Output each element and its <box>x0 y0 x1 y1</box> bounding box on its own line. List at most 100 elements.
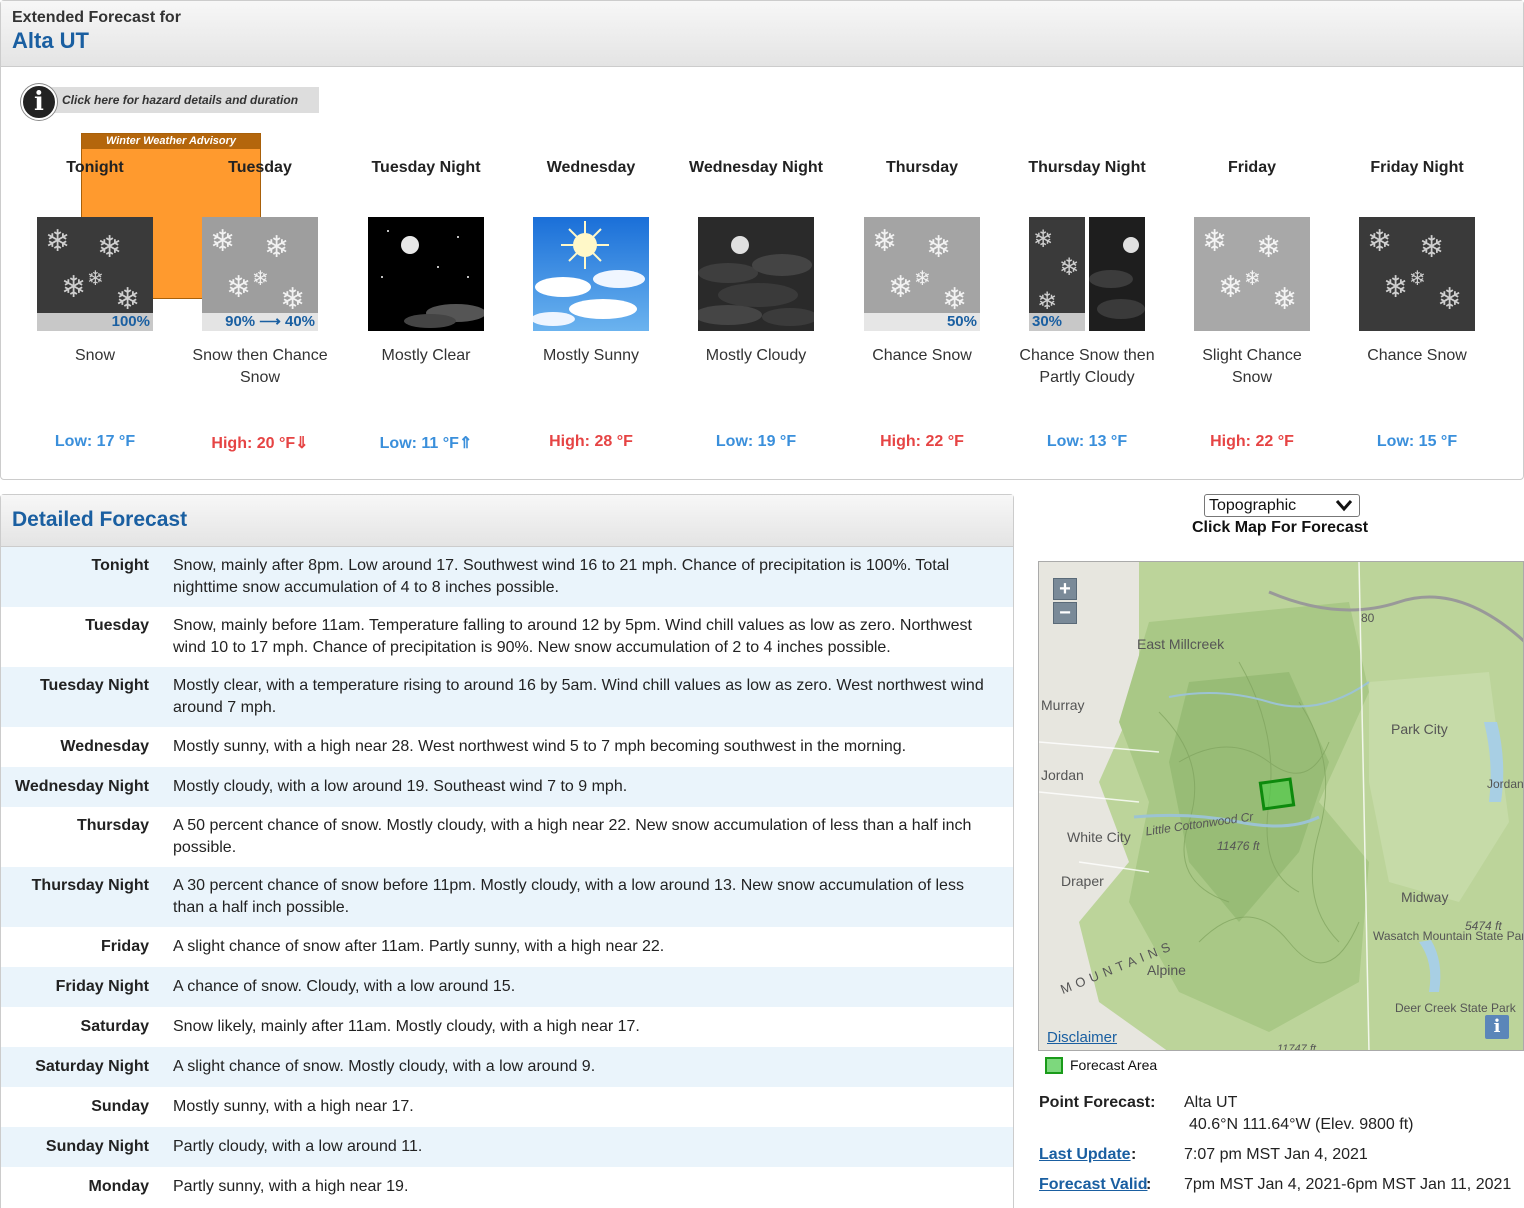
svg-text:❄: ❄ <box>914 266 931 290</box>
last-update-value: 7:07 pm MST Jan 4, 2021 <box>1184 1146 1368 1163</box>
temperature: High: 20 °F⇓ <box>211 435 309 452</box>
forecast-row-label: Saturday <box>80 1018 149 1035</box>
forecast-row: Monday Partly sunny, with a high near 19. <box>1 1167 1013 1207</box>
clear-night-icon[interactable] <box>368 217 484 331</box>
map-caption: Click Map For Forecast <box>1192 519 1369 536</box>
forecast-row-label: Saturday Night <box>35 1058 149 1075</box>
precip-chance: 50% <box>864 313 980 331</box>
svg-text:❄: ❄ <box>210 224 235 259</box>
zoom-in-button[interactable]: + <box>1053 578 1077 600</box>
forecast-area-box[interactable] <box>1258 777 1296 811</box>
snow-day-icon[interactable]: ❄ ❄ ❄ ❄ ❄ 50% <box>864 217 980 331</box>
snow-night-icon[interactable]: ❄ ❄ ❄ ❄ ❄ <box>1359 217 1475 331</box>
temperature: Low: 19 °F <box>715 433 797 450</box>
forecast-map[interactable]: East Millcreek Murray Park City Jordan W… <box>1038 561 1524 1051</box>
period-friday[interactable]: Friday ❄ ❄ ❄ ❄ ❄ Slight Chance Snow High: 22… <box>1182 157 1322 451</box>
snow-night-icon[interactable]: ❄ ❄ ❄ ❄ ❄ 100% <box>37 217 153 331</box>
period-tuesday-night[interactable]: Tuesday Night Mostly Clear Low: 11 °F⇑ <box>356 157 496 453</box>
forecast-row-text: A slight chance of snow. Mostly cloudy, … <box>173 1058 596 1075</box>
location-title: Alta UT <box>12 28 89 53</box>
forecast-valid-colon: : <box>1146 1176 1152 1193</box>
svg-text:❄: ❄ <box>252 266 269 290</box>
map-label: Jordanelle State <box>1487 777 1524 791</box>
map-label: Draper <box>1061 873 1104 889</box>
svg-text:❄: ❄ <box>1367 224 1392 259</box>
svg-text:❄: ❄ <box>280 282 305 317</box>
forecast-valid-value: 7pm MST Jan 4, 2021-6pm MST Jan 11, 2021 <box>1184 1176 1512 1193</box>
forecast-row-text: Mostly sunny, with a high near 28. West … <box>173 738 907 755</box>
point-forecast-name: Alta UT <box>1184 1094 1238 1111</box>
temperature: Low: 13 °F <box>1046 433 1128 450</box>
forecast-row-text: A chance of snow. Cloudy, with a low aro… <box>173 978 516 995</box>
zoom-out-button[interactable]: − <box>1053 602 1077 624</box>
forecast-row: Wednesday Mostly sunny, with a high near … <box>1 727 1013 767</box>
forecast-row-label: Thursday Night <box>31 877 149 894</box>
svg-text:❄: ❄ <box>1059 253 1079 281</box>
info-icon[interactable]: i <box>21 84 57 120</box>
temperature: High: 28 °F <box>549 433 633 450</box>
period-name: Tonight <box>66 159 124 176</box>
topographic-map[interactable]: East Millcreek Murray Park City Jordan W… <box>1039 562 1524 1051</box>
svg-text:❄: ❄ <box>1272 282 1297 317</box>
svg-text:❄: ❄ <box>115 282 140 317</box>
map-type-select[interactable]: Topographic <box>1204 494 1360 517</box>
forecast-row-label: Sunday Night <box>45 1138 149 1155</box>
map-label: Deer Creek State Park <box>1395 1001 1517 1015</box>
short-forecast: Chance Snow <box>872 347 972 364</box>
temperature: Low: 17 °F <box>54 433 136 450</box>
forecast-row-text: Partly cloudy, with a low around 11. <box>173 1138 423 1155</box>
period-thursday-night[interactable]: Thursday Night ❄ ❄ ❄ 30% Chance Snow then … <box>1017 157 1157 451</box>
temperature: High: 22 °F <box>880 433 964 450</box>
svg-text:❄: ❄ <box>1037 287 1057 315</box>
short-forecast: Chance Snow <box>1367 347 1467 364</box>
period-tuesday[interactable]: Tuesday ❄ ❄ ❄ ❄ ❄ 90% ⟶ 40% Snow then Chance… <box>190 157 330 453</box>
snow-then-cloudy-night-icon[interactable]: ❄ ❄ ❄ 30% <box>1029 217 1145 331</box>
short-forecast: Chance Snow then Partly Cloudy <box>1019 347 1155 386</box>
snow-day-icon[interactable]: ❄ ❄ ❄ ❄ ❄ 90% ⟶ 40% <box>202 217 318 331</box>
svg-text:❄: ❄ <box>1256 230 1281 265</box>
chevron-down-icon[interactable] <box>1335 497 1353 513</box>
short-forecast: Mostly Clear <box>381 347 471 364</box>
period-name: Friday Night <box>1370 159 1464 176</box>
period-name: Friday <box>1227 159 1276 176</box>
forecast-row-label: Monday <box>88 1178 149 1195</box>
hazard-details-button[interactable]: i Click here for hazard details and dura… <box>21 84 319 120</box>
hazard-details-label[interactable]: Click here for hazard details and durati… <box>62 93 298 107</box>
period-wednesday[interactable]: Wednesday Mostly Sunny High: 28 °F <box>521 157 661 451</box>
period-name: Thursday Night <box>1028 159 1146 176</box>
forecast-row: Tonight Snow, mainly after 8pm. Low aroun… <box>1 547 1013 607</box>
last-update-link[interactable]: Last Update <box>1039 1146 1131 1164</box>
detailed-forecast-panel: Detailed Forecast Tonight Snow, mainly af… <box>0 494 1014 1208</box>
forecast-row: Friday A slight chance of snow after 11am… <box>1 927 1013 967</box>
forecast-valid-link[interactable]: Forecast Valid <box>1039 1176 1148 1194</box>
point-forecast-label: Point Forecast: <box>1039 1094 1156 1111</box>
snow-day-icon[interactable]: ❄ ❄ ❄ ❄ ❄ <box>1194 217 1310 331</box>
forecast-row-text: Mostly cloudy, with a low around 19. Sou… <box>173 778 628 795</box>
period-name: Wednesday <box>546 159 636 176</box>
short-forecast: Mostly Sunny <box>542 347 640 364</box>
period-wednesday-night[interactable]: Wednesday Night Mostly Cloudy Low: 19 °F <box>686 157 826 451</box>
map-disclaimer-link[interactable]: Disclaimer <box>1047 1029 1117 1046</box>
map-info-icon[interactable]: i <box>1485 1015 1509 1039</box>
svg-text:❄: ❄ <box>1383 270 1408 305</box>
temperature: Low: 15 °F <box>1376 433 1458 450</box>
forecast-row-text: Mostly clear, with a temperature rising … <box>173 677 984 716</box>
advisory-label[interactable]: Winter Weather Advisory <box>82 134 260 149</box>
period-thursday[interactable]: Thursday ❄ ❄ ❄ ❄ ❄ 50% Chance Snow High: 22 … <box>852 157 992 451</box>
period-friday-night[interactable]: Friday Night ❄ ❄ ❄ ❄ ❄ Chance Snow Low: 15 °… <box>1347 157 1487 451</box>
svg-text:❄: ❄ <box>1202 224 1227 259</box>
svg-text:❄: ❄ <box>942 282 967 317</box>
svg-text:❄: ❄ <box>926 230 951 265</box>
map-type-value[interactable]: Topographic <box>1209 497 1296 514</box>
period-tonight[interactable]: Tonight ❄ ❄ ❄ ❄ ❄ 100% Snow Low: 17 °F <box>25 157 165 451</box>
forecast-row: Saturday Night A slight chance of snow. M… <box>1 1047 1013 1087</box>
cloudy-night-icon[interactable] <box>698 217 814 331</box>
short-forecast: Snow then Chance Snow <box>192 347 328 386</box>
detailed-forecast-title: Detailed Forecast <box>12 508 188 531</box>
sunny-icon[interactable] <box>533 217 649 331</box>
forecast-row-label: Tuesday <box>85 617 149 634</box>
map-label: 11747 ft <box>1277 1043 1317 1051</box>
map-label: Murray <box>1041 697 1085 713</box>
map-label: 80 <box>1361 611 1375 625</box>
map-label: Wasatch Mountain State Park <box>1373 929 1524 943</box>
